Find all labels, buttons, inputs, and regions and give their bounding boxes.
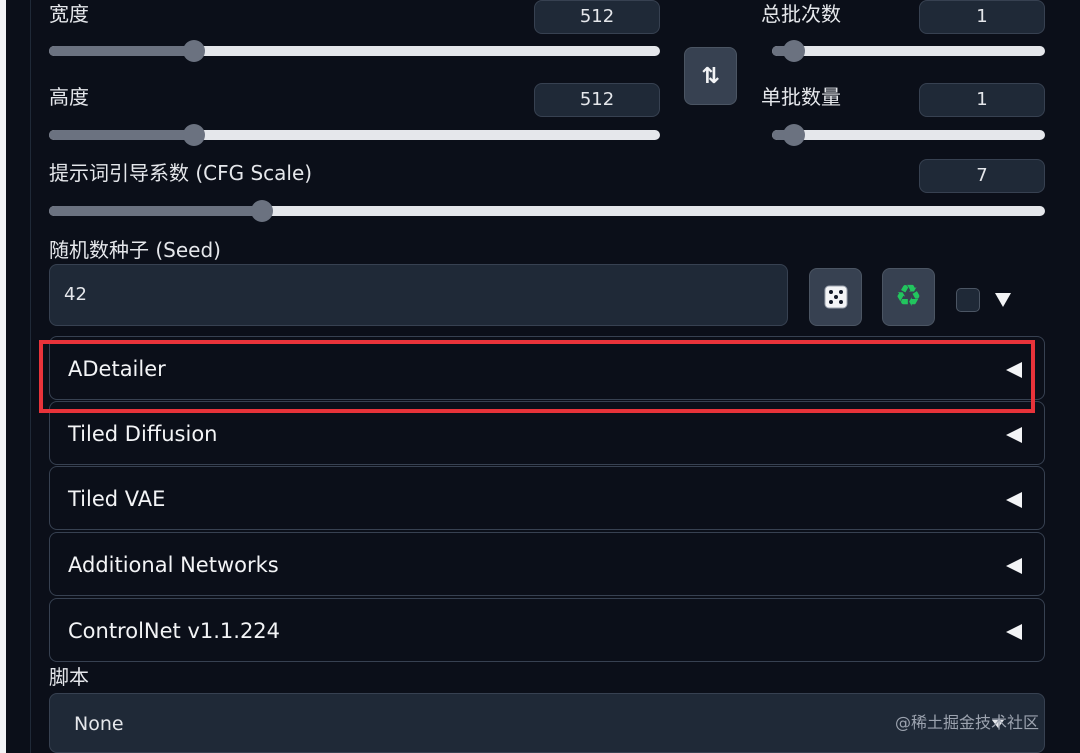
cfg-scale-slider-thumb[interactable]: [251, 200, 274, 222]
dice-icon: [824, 285, 847, 309]
collapse-arrow-icon: [1006, 492, 1022, 508]
accordion-adetailer[interactable]: ADetailer: [49, 336, 1045, 400]
width-slider-thumb[interactable]: [182, 40, 205, 62]
accordion-label: Additional Networks: [68, 553, 279, 577]
batch-count-slider-thumb[interactable]: [783, 40, 805, 62]
height-slider-thumb[interactable]: [182, 124, 205, 146]
collapse-arrow-icon: [1006, 427, 1022, 443]
accordion-label: Tiled Diffusion: [68, 422, 218, 446]
accordion-label: ADetailer: [68, 357, 166, 381]
batch-count-label: 总批次数: [761, 2, 841, 26]
extra-seed-toggle-icon[interactable]: [995, 293, 1011, 307]
height-slider-fill: [49, 130, 194, 140]
accordion-label: ControlNet v1.1.224: [68, 619, 281, 643]
collapse-arrow-icon: [1006, 624, 1022, 640]
width-slider-fill: [49, 46, 194, 56]
swap-dimensions-button[interactable]: ⇅: [684, 47, 737, 105]
batch-count-slider[interactable]: [772, 40, 1045, 62]
panel-border: [30, 0, 31, 753]
accordion-label: Tiled VAE: [68, 487, 166, 511]
accordion-tiled-diffusion[interactable]: Tiled Diffusion: [49, 401, 1045, 465]
height-slider[interactable]: [49, 124, 660, 146]
accordion-additional-networks[interactable]: Additional Networks: [49, 532, 1045, 596]
recycle-icon: ♻: [895, 279, 922, 314]
width-label: 宽度: [49, 2, 89, 26]
width-number-input[interactable]: 512: [534, 0, 660, 34]
script-label: 脚本: [49, 665, 89, 689]
width-slider[interactable]: [49, 40, 660, 62]
cfg-scale-label: 提示词引导系数 (CFG Scale): [49, 161, 313, 185]
height-label: 高度: [49, 85, 89, 109]
height-number-input[interactable]: 512: [534, 83, 660, 117]
script-dropdown-value: None: [74, 713, 124, 735]
watermark: @稀土掘金技术社区: [895, 713, 1040, 732]
cfg-scale-slider-fill: [49, 206, 263, 216]
batch-size-label: 单批数量: [761, 85, 841, 109]
batch-size-slider[interactable]: [772, 124, 1045, 146]
accordion-controlnet[interactable]: ControlNet v1.1.224: [49, 598, 1045, 662]
collapse-arrow-icon: [1006, 558, 1022, 574]
seed-label: 随机数种子 (Seed): [49, 238, 221, 262]
collapse-arrow-icon: [1006, 362, 1022, 378]
random-seed-button[interactable]: [809, 268, 862, 326]
batch-size-number-input[interactable]: 1: [919, 83, 1045, 117]
cfg-scale-number-input[interactable]: 7: [919, 159, 1045, 193]
left-edge-rail: [0, 0, 6, 753]
seed-input[interactable]: 42: [49, 264, 788, 326]
reuse-seed-button[interactable]: ♻: [882, 268, 935, 326]
batch-size-slider-thumb[interactable]: [783, 124, 805, 146]
cfg-scale-slider[interactable]: [49, 200, 1045, 222]
swap-dimensions-icon: ⇅: [701, 63, 720, 89]
accordion-tiled-vae[interactable]: Tiled VAE: [49, 466, 1045, 530]
extra-seed-checkbox[interactable]: [956, 288, 980, 312]
batch-count-number-input[interactable]: 1: [919, 0, 1045, 34]
